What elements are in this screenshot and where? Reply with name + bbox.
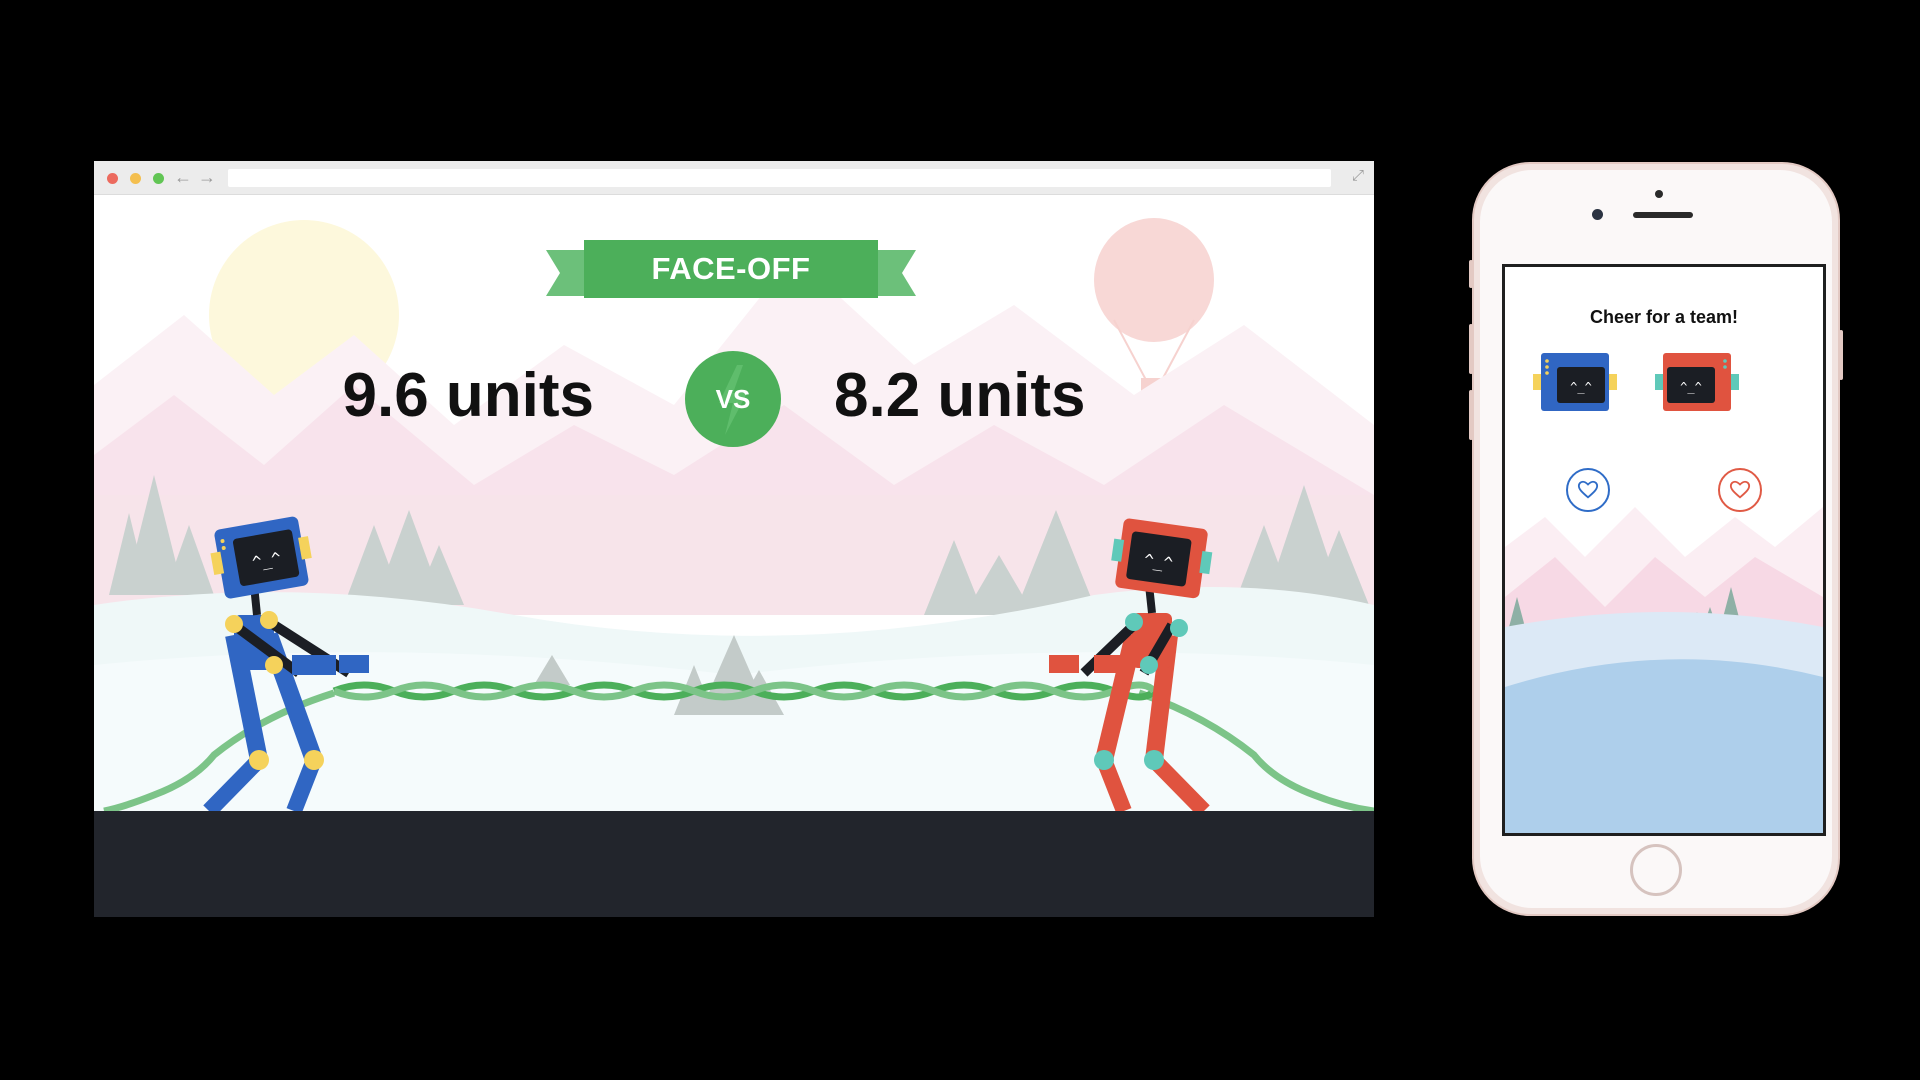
heart-icon [1577, 480, 1599, 499]
svg-text:^_^: ^_^ [1570, 380, 1592, 394]
svg-text:^_^: ^_^ [1143, 550, 1175, 573]
blue-team-robot[interactable]: ^_^ [1533, 353, 1617, 411]
front-camera [1592, 209, 1603, 220]
phone-scene: ^_^ ^_^ [1505, 353, 1823, 833]
volume-up-button [1469, 324, 1473, 374]
svg-text:^_^: ^_^ [1680, 380, 1702, 394]
close-window-button[interactable] [107, 173, 118, 184]
browser-toolbar: ← → ⤢ [94, 161, 1374, 195]
home-button[interactable] [1630, 844, 1682, 896]
phone-face: Cheer for a team! ^_^ ^_^ [1480, 170, 1832, 908]
proximity-sensor [1655, 190, 1663, 198]
footer-bar [94, 811, 1374, 917]
mute-switch [1469, 260, 1473, 288]
cheer-blue-button[interactable] [1566, 468, 1610, 512]
phone-device: Cheer for a team! ^_^ ^_^ [1469, 162, 1843, 916]
forward-arrow-icon[interactable]: → [198, 167, 216, 187]
right-team-score: 8.2 units [834, 361, 1086, 430]
expand-icon[interactable]: ⤢ [1352, 167, 1364, 184]
earpiece-speaker [1633, 212, 1693, 218]
heart-icon [1729, 480, 1751, 499]
face-off-banner: FACE-OFF [546, 238, 916, 300]
back-arrow-icon[interactable]: ← [174, 167, 192, 187]
volume-down-button [1469, 390, 1473, 440]
address-bar[interactable] [228, 169, 1331, 187]
left-team-score: 9.6 units [342, 361, 594, 430]
banner-label: FACE-OFF [651, 251, 811, 286]
browser-window: ← → ⤢ ^_^ ^_^ FACE-OFF 9.6 units VS 8.2 … [94, 161, 1374, 917]
phone-screen: Cheer for a team! ^_^ ^_^ [1502, 264, 1826, 836]
minimize-window-button[interactable] [130, 173, 141, 184]
vs-badge: VS [685, 351, 781, 447]
maximize-window-button[interactable] [153, 173, 164, 184]
red-team-robot[interactable]: ^_^ [1655, 353, 1739, 411]
vs-label: VS [715, 384, 751, 414]
power-button [1839, 330, 1843, 380]
cheer-red-button[interactable] [1718, 468, 1762, 512]
